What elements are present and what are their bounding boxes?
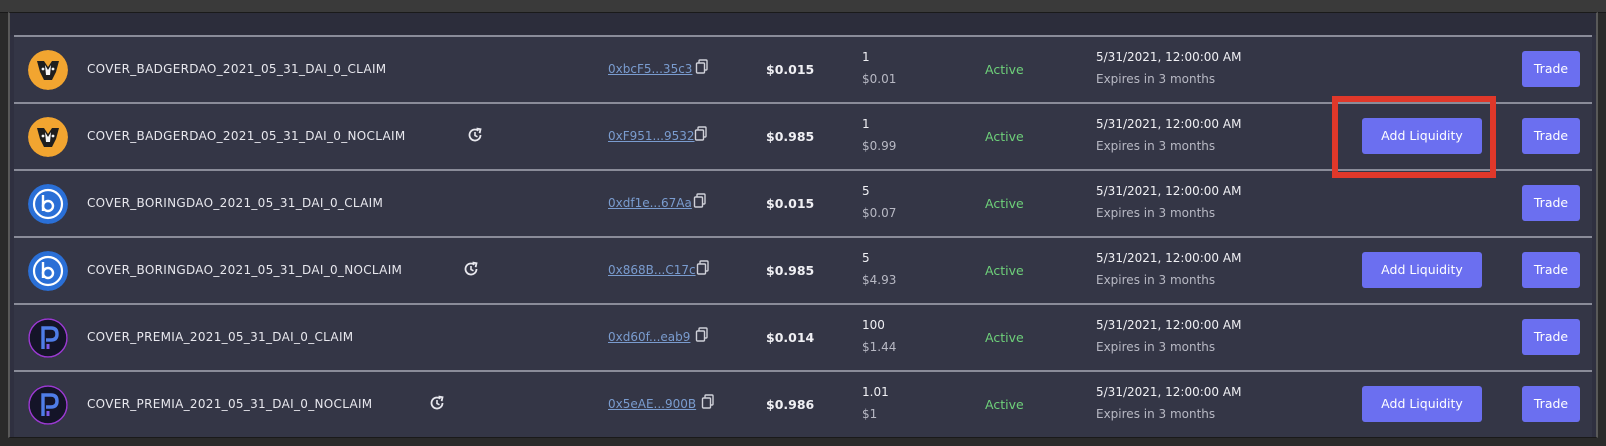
expiry-relative: Expires in 3 months — [1096, 206, 1216, 220]
copy-icon[interactable] — [694, 126, 708, 142]
premia-logo — [28, 385, 68, 425]
token-name: COVER_BADGERDAO_2021_05_31_DAI_0_CLAIM — [87, 62, 387, 76]
expiry-date: 5/31/2021, 12:00:00 AM — [1096, 50, 1242, 64]
status-badge: Active — [985, 263, 1024, 278]
trade-button[interactable]: Trade — [1522, 118, 1580, 154]
status-badge: Active — [985, 62, 1024, 77]
expiry-relative: Expires in 3 months — [1096, 139, 1216, 153]
token-price: $0.015 — [766, 196, 815, 211]
balance-usd: $4.93 — [862, 273, 897, 287]
table-row: COVER_BORINGDAO_2021_05_31_DAI_0_NOCLAIM… — [14, 236, 1592, 305]
badger-logo — [28, 117, 68, 157]
expiry-date: 5/31/2021, 12:00:00 AM — [1096, 117, 1242, 131]
token-name: COVER_PREMIA_2021_05_31_DAI_0_NOCLAIM — [87, 397, 373, 411]
table-row: COVER_BADGERDAO_2021_05_31_DAI_0_NOCLAIM… — [14, 102, 1592, 171]
table-row: COVER_PREMIA_2021_05_31_DAI_0_CLAIM 0xd6… — [14, 303, 1592, 372]
expiry-relative: Expires in 3 months — [1096, 407, 1216, 421]
token-address-link[interactable]: 0x868B...C17c — [608, 263, 696, 277]
boring-logo — [28, 251, 68, 291]
copy-icon[interactable] — [701, 394, 715, 410]
table-row: COVER_PREMIA_2021_05_31_DAI_0_NOCLAIM 0x… — [14, 370, 1592, 437]
token-price: $0.015 — [766, 62, 815, 77]
copy-icon[interactable] — [696, 260, 710, 276]
refresh-icon[interactable] — [461, 259, 481, 279]
copy-icon[interactable] — [693, 193, 707, 209]
token-address-link[interactable]: 0x5eAE...900B — [608, 397, 696, 411]
cover-tokens-table: COVER_BADGERDAO_2021_05_31_DAI_0_CLAIM 0… — [8, 12, 1598, 438]
add-liquidity-button[interactable]: Add Liquidity — [1362, 386, 1482, 422]
expiry-relative: Expires in 3 months — [1096, 273, 1216, 287]
token-name: COVER_BORINGDAO_2021_05_31_DAI_0_CLAIM — [87, 196, 384, 210]
boring-logo — [28, 184, 68, 224]
balance-amount: 100 — [862, 318, 885, 332]
copy-icon[interactable] — [695, 327, 709, 343]
expiry-date: 5/31/2021, 12:00:00 AM — [1096, 251, 1242, 265]
token-name: COVER_BADGERDAO_2021_05_31_DAI_0_NOCLAIM — [87, 129, 406, 143]
token-address-link[interactable]: 0xF951...9532 — [608, 129, 695, 143]
status-badge: Active — [985, 397, 1024, 412]
balance-amount: 1.01 — [862, 385, 889, 399]
badger-logo — [28, 50, 68, 90]
status-badge: Active — [985, 196, 1024, 211]
add-liquidity-button[interactable]: Add Liquidity — [1362, 252, 1482, 288]
balance-usd: $0.07 — [862, 206, 897, 220]
balance-usd: $0.01 — [862, 72, 897, 86]
refresh-icon[interactable] — [427, 393, 447, 413]
balance-usd: $1 — [862, 407, 878, 421]
token-price: $0.985 — [766, 129, 815, 144]
table-header-strip — [10, 13, 1596, 35]
trade-button[interactable]: Trade — [1522, 252, 1580, 288]
trade-button[interactable]: Trade — [1522, 386, 1580, 422]
expiry-date: 5/31/2021, 12:00:00 AM — [1096, 318, 1242, 332]
copy-icon[interactable] — [695, 59, 709, 75]
token-address-link[interactable]: 0xd60f...eab9 — [608, 330, 690, 344]
premia-logo — [28, 318, 68, 358]
table-row: COVER_BORINGDAO_2021_05_31_DAI_0_CLAIM 0… — [14, 169, 1592, 238]
token-price: $0.014 — [766, 330, 815, 345]
balance-amount: 5 — [862, 251, 870, 265]
trade-button[interactable]: Trade — [1522, 185, 1580, 221]
balance-usd: $1.44 — [862, 340, 897, 354]
status-badge: Active — [985, 129, 1024, 144]
trade-button[interactable]: Trade — [1522, 51, 1580, 87]
trade-button[interactable]: Trade — [1522, 319, 1580, 355]
expiry-date: 5/31/2021, 12:00:00 AM — [1096, 184, 1242, 198]
balance-amount: 5 — [862, 184, 870, 198]
refresh-icon[interactable] — [465, 125, 485, 145]
expiry-date: 5/31/2021, 12:00:00 AM — [1096, 385, 1242, 399]
token-address-link[interactable]: 0xdf1e...67Aa — [608, 196, 692, 210]
token-price: $0.985 — [766, 263, 815, 278]
token-name: COVER_BORINGDAO_2021_05_31_DAI_0_NOCLAIM — [87, 263, 403, 277]
status-badge: Active — [985, 330, 1024, 345]
token-name: COVER_PREMIA_2021_05_31_DAI_0_CLAIM — [87, 330, 354, 344]
expiry-relative: Expires in 3 months — [1096, 340, 1216, 354]
token-price: $0.986 — [766, 397, 815, 412]
balance-usd: $0.99 — [862, 139, 897, 153]
expiry-relative: Expires in 3 months — [1096, 72, 1216, 86]
balance-amount: 1 — [862, 117, 870, 131]
add-liquidity-button[interactable]: Add Liquidity — [1362, 118, 1482, 154]
table-row: COVER_BADGERDAO_2021_05_31_DAI_0_CLAIM 0… — [14, 35, 1592, 104]
balance-amount: 1 — [862, 50, 870, 64]
token-address-link[interactable]: 0xbcF5...35c3 — [608, 62, 692, 76]
